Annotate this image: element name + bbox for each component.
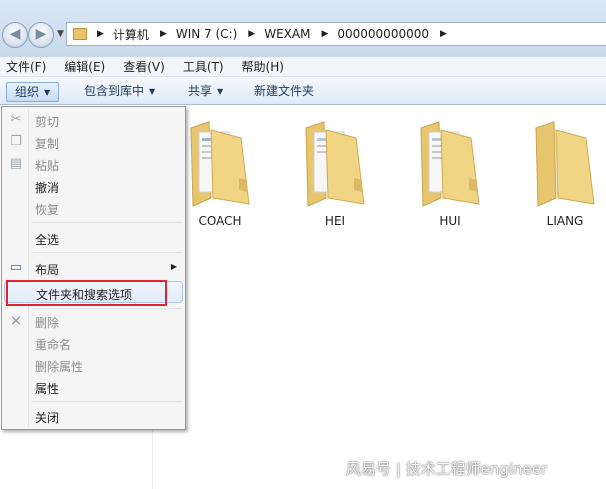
command-bar: 组织 ▼ 包含到库中 ▼ 共享 ▼ 新建文件夹 (0, 78, 606, 105)
menu-item-layout[interactable]: ▭ 布局 ▶ (4, 257, 183, 279)
folder-icon (190, 121, 250, 207)
address-bar-region: ◀ ▶ ▼ ▶ 计算机 ▶ WIN 7 (C:) ▶ WEXAM ▶ 00000… (0, 0, 606, 57)
share-button[interactable]: 共享 ▼ (180, 82, 231, 102)
menu-file[interactable]: 文件(F) (6, 58, 46, 75)
menu-item-folder-options[interactable]: 文件夹和搜索选项 (4, 281, 183, 303)
include-in-library-button[interactable]: 包含到库中 ▼ (76, 82, 163, 102)
menu-item-close[interactable]: 关闭 (4, 405, 183, 427)
chevron-right-icon[interactable]: ▶ (97, 29, 104, 39)
menu-item-copy[interactable]: ❐ 复制 (4, 131, 183, 153)
back-button[interactable]: ◀ (2, 22, 28, 48)
chevron-right-icon[interactable]: ▶ (321, 29, 328, 39)
menu-tools[interactable]: 工具(T) (183, 58, 224, 75)
organize-button[interactable]: 组织 ▼ (6, 82, 60, 102)
menu-item-label: 关闭 (35, 411, 60, 425)
folder-name: COACH (198, 214, 242, 228)
folder-icon (73, 28, 87, 40)
forward-arrow-icon: ▶ (35, 26, 47, 42)
breadcrumb-drive[interactable]: WIN 7 (C:) (176, 27, 237, 41)
menu-item-remove-properties[interactable]: 删除属性 (4, 354, 183, 376)
menu-item-rename[interactable]: 重命名 (4, 332, 183, 354)
chevron-down-icon: ▼ (217, 87, 224, 96)
menu-item-label: 删除 (35, 316, 60, 330)
menu-bar: 文件(F) 编辑(E) 查看(V) 工具(T) 帮助(H) (0, 57, 606, 77)
menu-item-label: 属性 (35, 382, 60, 396)
back-arrow-icon: ◀ (9, 26, 21, 42)
folder-item[interactable]: COACH (175, 118, 265, 238)
recent-pages-dropdown-icon[interactable]: ▼ (57, 29, 64, 39)
folder-item[interactable]: HEI (290, 118, 380, 238)
menu-item-label: 文件夹和搜索选项 (36, 288, 133, 302)
chevron-right-icon[interactable]: ▶ (440, 29, 447, 39)
breadcrumb-computer[interactable]: 计算机 (113, 26, 149, 43)
copy-icon: ❐ (10, 134, 22, 149)
menu-item-label: 剪切 (35, 115, 60, 129)
menu-item-label: 撤消 (35, 181, 60, 195)
folder-icon (305, 121, 365, 207)
menu-edit[interactable]: 编辑(E) (64, 58, 105, 75)
organize-label: 组织 (15, 85, 40, 99)
layout-pane-icon: ▭ (9, 260, 23, 275)
chevron-down-icon: ▼ (149, 87, 156, 96)
menu-item-label: 复制 (35, 137, 60, 151)
menu-item-label: 粘贴 (35, 159, 60, 173)
address-bar[interactable]: ▶ 计算机 ▶ WIN 7 (C:) ▶ WEXAM ▶ 00000000000… (66, 22, 606, 46)
chevron-down-icon: ▼ (44, 88, 51, 97)
menu-item-label: 重命名 (35, 338, 72, 352)
share-label: 共享 (188, 84, 213, 98)
menu-item-delete[interactable]: ✕ 删除 (4, 310, 183, 332)
menu-item-cut[interactable]: ✂ 剪切 (4, 109, 183, 131)
menu-view[interactable]: 查看(V) (123, 58, 165, 75)
menu-separator (32, 401, 182, 402)
breadcrumb-wexam[interactable]: WEXAM (264, 27, 310, 41)
menu-item-properties[interactable]: 属性 (4, 376, 183, 398)
delete-x-icon: ✕ (9, 312, 23, 330)
folder-icon (535, 121, 595, 207)
menu-item-label: 恢复 (35, 203, 60, 217)
folder-item[interactable]: LIANG (520, 118, 606, 238)
menu-separator (32, 222, 182, 223)
paste-icon: ▤ (9, 156, 23, 171)
menu-item-label: 删除属性 (35, 360, 84, 374)
forward-button[interactable]: ▶ (28, 22, 54, 48)
scissors-icon: ✂ (10, 112, 22, 127)
chevron-right-icon[interactable]: ▶ (248, 29, 255, 39)
folder-name: LIANG (546, 214, 584, 228)
include-library-label: 包含到库中 (84, 84, 145, 98)
menu-item-label: 全选 (35, 233, 60, 247)
menu-help[interactable]: 帮助(H) (242, 58, 284, 75)
chevron-right-icon: ▶ (170, 262, 177, 271)
breadcrumb-current-folder[interactable]: 000000000000 (337, 27, 429, 41)
new-folder-button[interactable]: 新建文件夹 (246, 82, 322, 102)
menu-separator (32, 308, 182, 309)
menu-item-redo[interactable]: 恢复 (4, 197, 183, 219)
menu-item-undo[interactable]: 撤消 (4, 175, 183, 197)
chevron-right-icon[interactable]: ▶ (160, 29, 167, 39)
watermark-text: 风易号 | 技术工程师engineer (346, 460, 548, 478)
folder-name: HUI (439, 214, 461, 228)
folder-item[interactable]: HUI (405, 118, 495, 238)
folder-name: HEI (324, 214, 346, 228)
menu-item-select-all[interactable]: 全选 (4, 227, 183, 249)
organize-menu: ✂ 剪切 ❐ 复制 ▤ 粘贴 撤消 恢复 全选 ▭ 布局 ▶ 文件夹和搜索选项 … (1, 106, 186, 430)
menu-item-label: 布局 (35, 263, 60, 277)
menu-separator (32, 252, 182, 253)
menu-item-paste[interactable]: ▤ 粘贴 (4, 153, 183, 175)
folder-icon (420, 121, 480, 207)
